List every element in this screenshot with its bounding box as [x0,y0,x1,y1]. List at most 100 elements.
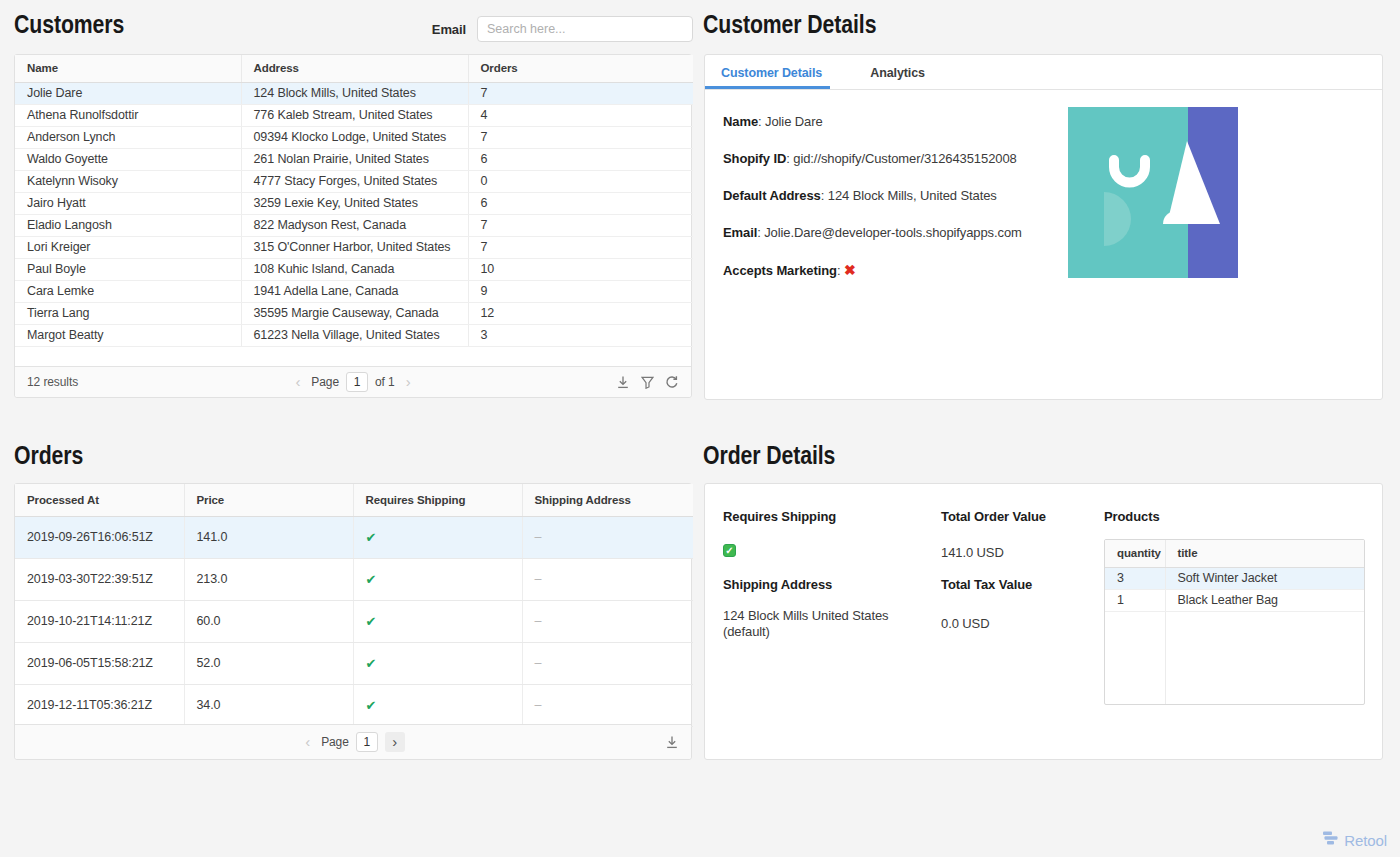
cell-price: 213.0 [184,558,353,600]
cell-orders: 7 [468,82,693,104]
products-table: quantity title 3Soft Winter Jacket1Black… [1105,540,1364,612]
field-default-address: Default Address: 124 Block Mills, United… [723,188,1364,203]
refresh-icon[interactable] [665,375,679,389]
table-row[interactable]: 2019-06-05T15:58:21Z52.0✔– [15,642,693,684]
orders-table: Processed At Price Requires Shipping Shi… [15,484,693,727]
prev-page-icon[interactable]: ‹ [291,373,304,391]
table-row[interactable]: Lori Kreiger315 O'Conner Harbor, United … [15,236,693,258]
cell-orders: 7 [468,236,693,258]
next-page-icon[interactable]: › [385,732,405,752]
customers-table-card: Name Address Orders Jolie Dare124 Block … [14,54,692,398]
table-row[interactable]: Athena Runolfsdottir776 Kaleb Stream, Un… [15,104,693,126]
table-row[interactable]: Anderson Lynch09394 Klocko Lodge, United… [15,126,693,148]
prev-page-icon[interactable]: ‹ [301,733,314,751]
orders-pager: ‹ Page › [15,732,691,752]
tab-customer-details[interactable]: Customer Details [705,55,830,89]
cell-price: 60.0 [184,600,353,642]
cell-price: 52.0 [184,642,353,684]
download-icon[interactable] [616,375,630,389]
field-shopify-id: Shopify ID: gid://shopify/Customer/31264… [723,151,1364,166]
cell-requires_shipping: ✔ [353,684,522,726]
retool-brand[interactable]: Retool [1322,831,1387,849]
cell-orders: 4 [468,104,693,126]
cell-quantity: 3 [1105,567,1165,589]
column-header-address[interactable]: Address [241,55,468,82]
retool-brand-label: Retool [1344,832,1387,849]
cell-name: Eladio Langosh [15,214,241,236]
cell-processed_at: 2019-06-05T15:58:21Z [15,642,184,684]
cell-processed_at: 2019-10-21T14:11:21Z [15,600,184,642]
cell-orders: 7 [468,126,693,148]
cell-requires_shipping: ✔ [353,600,522,642]
download-icon[interactable] [665,735,679,749]
cell-name: Athena Runolfsdottir [15,104,241,126]
table-row[interactable]: Cara Lemke1941 Adella Lane, Canada9 [15,280,693,302]
table-row[interactable]: 2019-10-21T14:11:21Z60.0✔– [15,600,693,642]
total-tax-value-label: Total Tax Value [941,577,1032,592]
table-row[interactable]: 3Soft Winter Jacket [1105,567,1364,589]
column-header-shipping-address[interactable]: Shipping Address [522,484,693,516]
filter-icon[interactable] [641,376,654,389]
cell-quantity: 1 [1105,589,1165,611]
products-header-row: quantity title [1105,540,1364,567]
cell-shipping_address: – [522,516,693,558]
customer-details-tabs: Customer Details Analytics [705,55,1382,90]
cell-processed_at: 2019-12-11T05:36:21Z [15,684,184,726]
table-row[interactable]: 2019-12-11T05:36:21Z34.0✔– [15,684,693,726]
table-row[interactable]: Jolie Dare124 Block Mills, United States… [15,82,693,104]
cell-orders: 6 [468,192,693,214]
column-header-title[interactable]: title [1165,540,1364,567]
column-header-quantity[interactable]: quantity [1105,540,1165,567]
requires-shipping-label: Requires Shipping [723,509,836,524]
cell-price: 141.0 [184,516,353,558]
table-row[interactable]: Katelynn Wisoky4777 Stacy Forges, United… [15,170,693,192]
order-details-heading: Order Details [703,442,835,468]
table-row[interactable]: Jairo Hyatt3259 Lexie Key, United States… [15,192,693,214]
cell-name: Paul Boyle [15,258,241,280]
table-row[interactable]: 2019-03-30T22:39:51Z213.0✔– [15,558,693,600]
next-page-icon[interactable]: › [402,373,415,391]
column-header-name[interactable]: Name [15,55,241,82]
cell-orders: 9 [468,280,693,302]
table-row[interactable]: 1Black Leather Bag [1105,589,1364,611]
page-number-input[interactable] [346,372,368,392]
column-header-orders[interactable]: Orders [468,55,693,82]
table-row[interactable]: Paul Boyle108 Kuhic Island, Canada10 [15,258,693,280]
cell-name: Cara Lemke [15,280,241,302]
table-row[interactable]: 2019-09-26T16:06:51Z141.0✔– [15,516,693,558]
check-icon: ✓ [723,544,736,557]
cell-shipping_address: – [522,558,693,600]
table-row[interactable]: Tierra Lang35595 Margie Causeway, Canada… [15,302,693,324]
cell-address: 61223 Nella Village, United States [241,324,468,346]
email-search-input[interactable] [477,16,693,42]
order-details-card: Requires Shipping ✓ Shipping Address 124… [704,483,1383,760]
table-row[interactable]: Waldo Goyette261 Nolan Prairie, United S… [15,148,693,170]
cell-name: Jolie Dare [15,82,241,104]
cell-requires_shipping: ✔ [353,642,522,684]
cell-shipping_address: – [522,600,693,642]
table-row[interactable]: Eladio Langosh822 Madyson Rest, Canada7 [15,214,693,236]
cell-name: Waldo Goyette [15,148,241,170]
orders-header-row: Processed At Price Requires Shipping Shi… [15,484,693,516]
page-number-input[interactable] [356,732,378,752]
customer-details-heading: Customer Details [703,11,876,37]
cross-icon: ✖ [844,262,856,278]
customers-table-footer: 12 results ‹ Page of 1 › [15,366,691,397]
cell-address: 3259 Lexie Key, United States [241,192,468,214]
products-table-card: quantity title 3Soft Winter Jacket1Black… [1104,539,1365,705]
column-header-processed-at[interactable]: Processed At [15,484,184,516]
cell-title: Soft Winter Jacket [1165,567,1364,589]
cell-orders: 12 [468,302,693,324]
table-row[interactable]: Margot Beatty61223 Nella Village, United… [15,324,693,346]
field-email: Email: Jolie.Dare@developer-tools.shopif… [723,225,1364,240]
cell-address: 261 Nolan Prairie, United States [241,148,468,170]
column-header-requires-shipping[interactable]: Requires Shipping [353,484,522,516]
tab-analytics[interactable]: Analytics [854,55,933,89]
customer-image [1068,107,1238,278]
shipping-address-label: Shipping Address [723,577,832,592]
cell-address: 822 Madyson Rest, Canada [241,214,468,236]
cell-orders: 3 [468,324,693,346]
customers-header-row: Name Address Orders [15,55,693,82]
column-header-price[interactable]: Price [184,484,353,516]
cell-name: Anderson Lynch [15,126,241,148]
